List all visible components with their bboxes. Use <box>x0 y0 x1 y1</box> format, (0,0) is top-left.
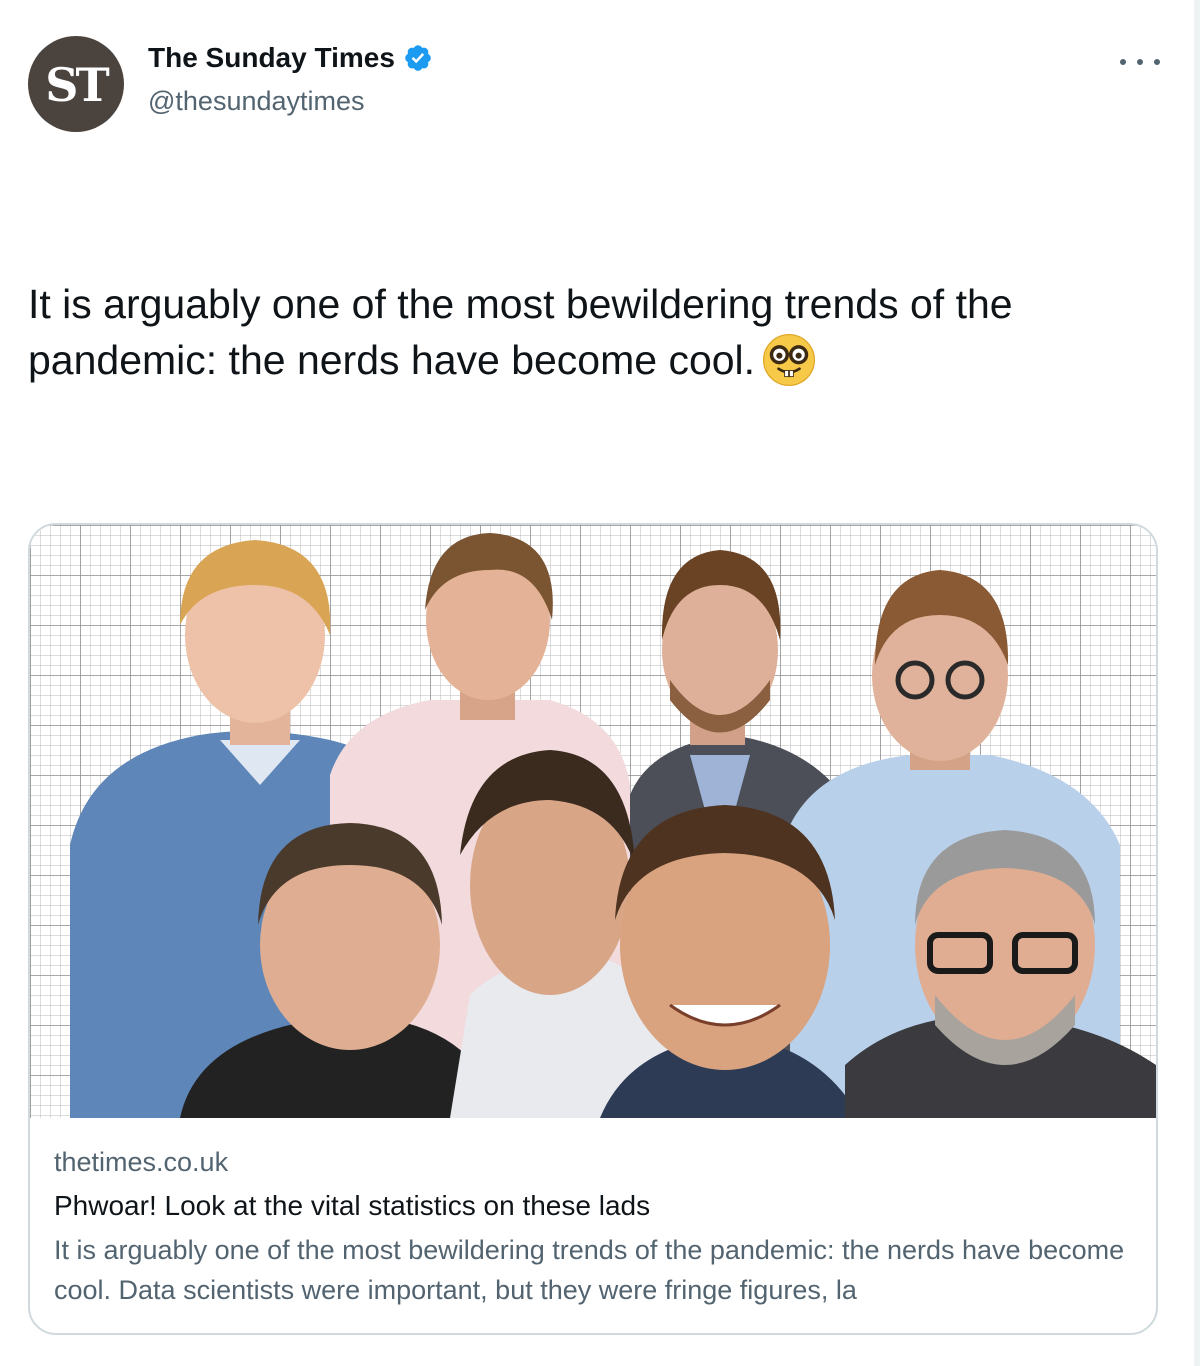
link-card[interactable]: thetimes.co.uk Phwoar! Look at the vital… <box>28 523 1158 1335</box>
nerd-face-emoji-icon <box>763 333 816 387</box>
dot <box>1154 59 1160 65</box>
card-image[interactable] <box>30 525 1156 1118</box>
card-title[interactable]: Phwoar! Look at the vital statistics on … <box>54 1184 1134 1228</box>
display-name[interactable]: The Sunday Times <box>148 42 395 74</box>
tweet-paragraph-1: It is arguably one of the most bewilderi… <box>28 276 1168 388</box>
dot <box>1120 59 1126 65</box>
author-handle[interactable]: @thesundaytimes <box>148 86 365 117</box>
avatar[interactable]: ST <box>28 36 124 132</box>
card-description: It is arguably one of the most bewilderi… <box>54 1235 1125 1305</box>
author-name-row[interactable]: The Sunday Times <box>148 42 433 74</box>
card-domain: thetimes.co.uk <box>54 1147 229 1177</box>
avatar-monogram: ST <box>45 58 109 112</box>
card-meta[interactable]: thetimes.co.uk Phwoar! Look at the vital… <box>54 1142 1134 1310</box>
dot <box>1137 59 1143 65</box>
tweet-paragraph-1-text: It is arguably one of the most bewilderi… <box>28 281 1024 383</box>
verified-badge-icon <box>405 45 431 71</box>
more-options-button[interactable] <box>1120 52 1160 72</box>
right-border <box>1194 0 1200 1366</box>
